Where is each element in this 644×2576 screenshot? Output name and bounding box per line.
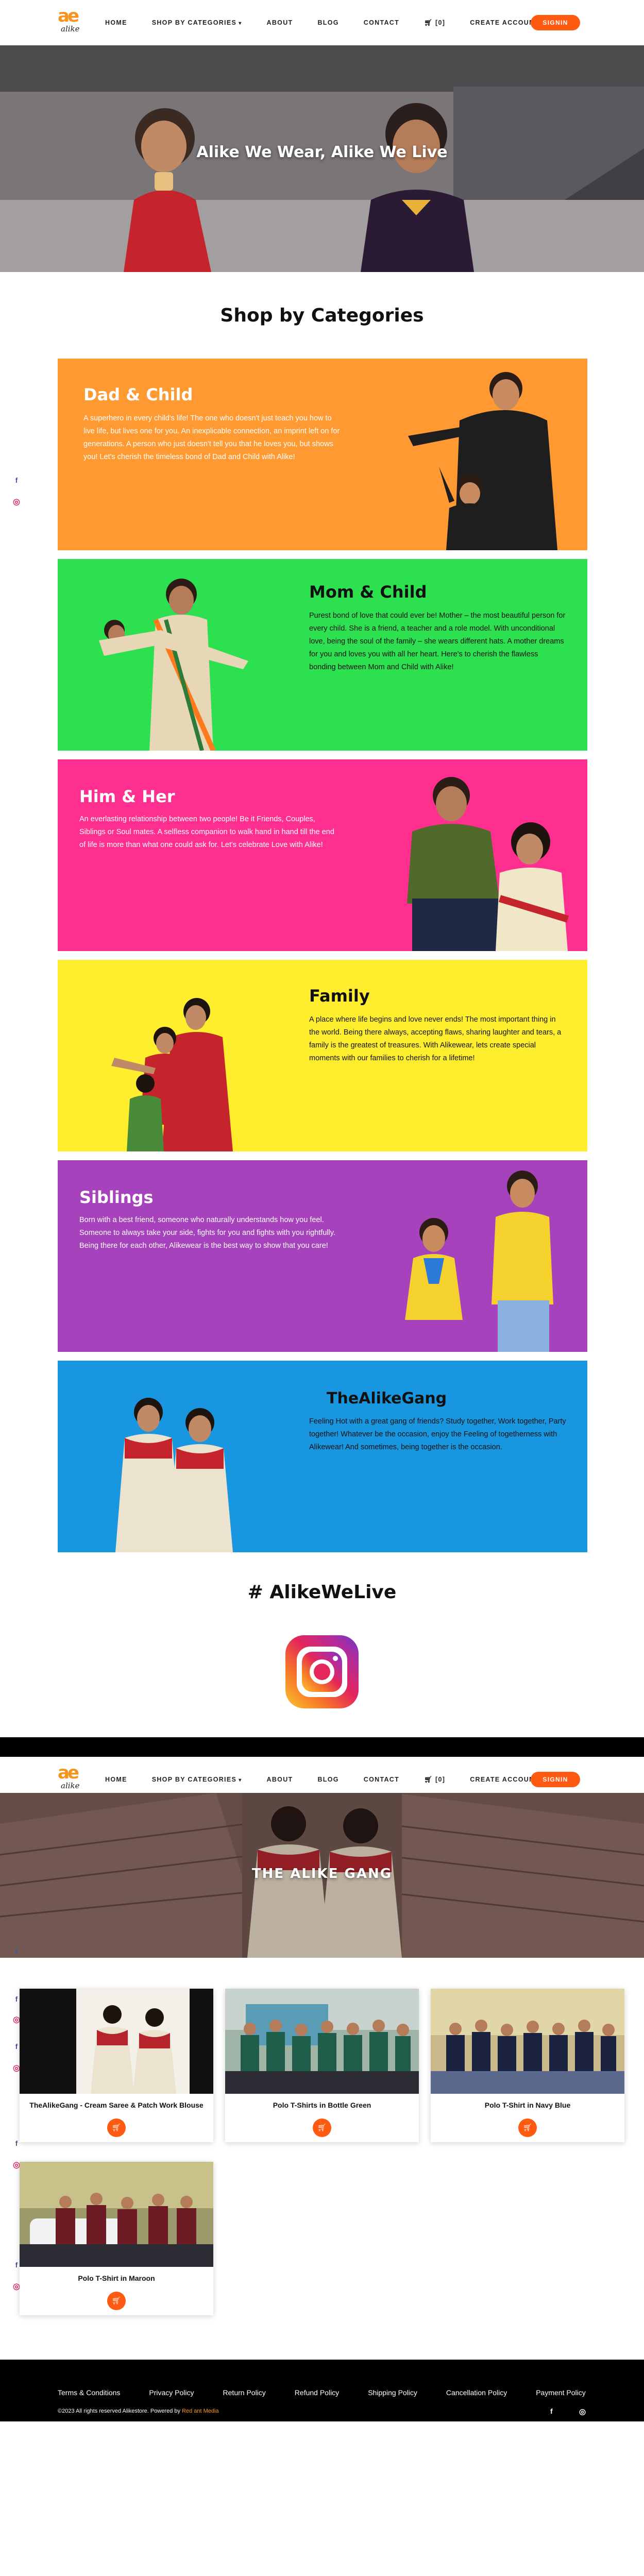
gang-hero-title: THE ALIKE GANG — [251, 1866, 393, 1882]
brand-logo[interactable]: ae alike — [58, 7, 89, 38]
site-header: ae alike HOME SHOP BY CATEGORIES ABOUT B… — [0, 0, 644, 45]
product-card[interactable]: Polo T-Shirt in Navy Blue 🛒︎ — [431, 1989, 624, 2142]
cart-icon: 🛒︎ — [317, 2124, 327, 2132]
facebook-icon[interactable]: f — [550, 2407, 553, 2415]
cart-count: [0] — [435, 1775, 446, 1783]
nav-create-account[interactable]: CREATE ACCOUNT — [470, 1776, 539, 1783]
footer-link-shipping[interactable]: Shipping Policy — [368, 2388, 417, 2397]
gang-hero-banner: THE ALIKE GANG — [0, 1793, 644, 1958]
nav-blog[interactable]: BLOG — [317, 19, 338, 26]
product-image — [225, 1989, 419, 2094]
brand-logo[interactable]: ae alike — [58, 1764, 89, 1795]
card-title: TheAlikeGang — [327, 1389, 447, 1408]
category-card-thealikegang[interactable]: TheAlikeGang Feeling Hot with a great ga… — [58, 1361, 587, 1552]
add-to-cart-button[interactable]: 🛒︎ — [313, 2119, 331, 2137]
nav-about[interactable]: ABOUT — [267, 19, 293, 26]
instagram-icon[interactable]: ◎ — [11, 497, 22, 507]
cart-icon: 🛒︎ — [523, 2124, 532, 2132]
product-name[interactable]: Polo T-Shirts in Bottle Green — [225, 2101, 419, 2109]
cart-icon: 🛒︎ — [112, 2124, 121, 2132]
card-text: A place where life begins and love never… — [309, 1015, 562, 1062]
card-title: Siblings — [79, 1188, 154, 1207]
nav-shop-by-categories[interactable]: SHOP BY CATEGORIES — [152, 19, 242, 26]
powered-by-link[interactable]: Red ant Media — [182, 2408, 219, 2414]
logo-word: alike — [61, 1781, 80, 1790]
copyright: ©2023 All rights reserved Alikestore. Po… — [58, 2408, 219, 2414]
category-card-siblings[interactable]: Siblings Born with a best friend, someon… — [58, 1160, 587, 1352]
nav-contact[interactable]: CONTACT — [364, 1776, 399, 1783]
nav-contact[interactable]: CONTACT — [364, 19, 399, 26]
footer-link-cancellation[interactable]: Cancellation Policy — [446, 2388, 507, 2397]
card-photo — [405, 1171, 553, 1352]
cart-icon: 🛒︎ — [424, 19, 433, 26]
cart-icon: 🛒︎ — [424, 1775, 433, 1783]
card-photo — [407, 777, 569, 951]
hero-banner: Alike We Wear, Alike We Live — [0, 45, 644, 272]
card-text: Purest bond of love that could ever be! … — [309, 612, 566, 671]
product-card[interactable]: TheAlikeGang - Cream Saree & Patch Work … — [20, 1989, 213, 2142]
nav-create-account[interactable]: CREATE ACCOUNT — [470, 19, 539, 26]
logo-word: alike — [61, 24, 80, 33]
main-nav: HOME SHOP BY CATEGORIES ABOUT BLOG CONTA… — [105, 0, 564, 45]
nav-blog[interactable]: BLOG — [317, 1776, 338, 1783]
section-divider — [0, 1737, 644, 1757]
footer-links: Terms & Conditions Privacy Policy Return… — [58, 2388, 615, 2397]
card-photo — [99, 579, 248, 751]
instagram-hashtag: # AlikeWeLive — [247, 1582, 397, 1603]
product-image — [20, 1989, 213, 2094]
nav-cart[interactable]: 🛒︎ [0] — [424, 1776, 445, 1784]
instagram-icon[interactable] — [285, 1635, 359, 1708]
card-text: A superhero in every child's life! The o… — [83, 414, 340, 461]
add-to-cart-button[interactable]: 🛒︎ — [518, 2119, 537, 2137]
facebook-icon[interactable]: f — [11, 1946, 22, 1957]
logo-mark: ae — [58, 6, 79, 26]
card-text: An everlasting relationship between two … — [79, 815, 334, 849]
cart-icon: 🛒︎ — [112, 2297, 121, 2305]
product-name[interactable]: Polo T-Shirt in Navy Blue — [431, 2101, 624, 2109]
card-text: Feeling Hot with a great gang of friends… — [309, 1417, 566, 1451]
card-title: Dad & Child — [83, 385, 193, 404]
footer-link-refund[interactable]: Refund Policy — [295, 2388, 339, 2397]
footer-link-terms[interactable]: Terms & Conditions — [58, 2388, 120, 2397]
product-card[interactable]: Polo T-Shirts in Bottle Green 🛒︎ — [225, 1989, 419, 2142]
cart-count: [0] — [435, 19, 446, 26]
category-card-dad-child[interactable]: Dad & Child A superhero in every child's… — [58, 359, 587, 550]
nav-home[interactable]: HOME — [105, 19, 127, 26]
category-card-him-her[interactable]: Him & Her An everlasting relationship be… — [58, 759, 587, 951]
product-name[interactable]: TheAlikeGang - Cream Saree & Patch Work … — [20, 2101, 213, 2109]
footer-link-return[interactable]: Return Policy — [223, 2388, 266, 2397]
card-title: Mom & Child — [309, 582, 427, 602]
add-to-cart-button[interactable]: 🛒︎ — [107, 2119, 126, 2137]
copyright-text: ©2023 All rights reserved Alikestore. Po… — [58, 2408, 182, 2414]
card-photo — [408, 372, 557, 550]
card-title: Him & Her — [79, 787, 175, 806]
category-card-mom-child[interactable]: Mom & Child Purest bond of love that cou… — [58, 559, 587, 751]
hero-title: Alike We Wear, Alike We Live — [196, 143, 448, 161]
signin-button[interactable]: SIGNIN — [531, 1772, 580, 1787]
product-card[interactable]: Polo T-Shirt in Maroon 🛒︎ — [20, 2162, 213, 2315]
nav-home[interactable]: HOME — [105, 1776, 127, 1783]
product-image — [431, 1989, 624, 2094]
nav-shop-by-categories[interactable]: SHOP BY CATEGORIES — [152, 1776, 242, 1783]
footer-link-payment[interactable]: Payment Policy — [536, 2388, 585, 2397]
card-photo — [115, 1398, 233, 1552]
product-name[interactable]: Polo T-Shirt in Maroon — [20, 2274, 213, 2282]
nav-about[interactable]: ABOUT — [267, 1776, 293, 1783]
facebook-icon[interactable]: f — [11, 475, 22, 485]
product-image — [20, 2162, 213, 2267]
card-photo — [111, 998, 233, 1151]
card-text: Born with a best friend, someone who nat… — [79, 1216, 336, 1250]
nav-cart[interactable]: 🛒︎ [0] — [424, 19, 445, 27]
category-card-family[interactable]: Family A place where life begins and lov… — [58, 960, 587, 1151]
site-footer: Terms & Conditions Privacy Policy Return… — [0, 2360, 644, 2421]
instagram-icon[interactable]: ◎ — [579, 2407, 586, 2416]
logo-mark: ae — [58, 1762, 79, 1783]
signin-button[interactable]: SIGNIN — [531, 15, 580, 30]
add-to-cart-button[interactable]: 🛒︎ — [107, 2292, 126, 2310]
categories-title: Shop by Categories — [220, 305, 424, 326]
card-title: Family — [309, 986, 370, 1006]
footer-link-privacy[interactable]: Privacy Policy — [149, 2388, 194, 2397]
